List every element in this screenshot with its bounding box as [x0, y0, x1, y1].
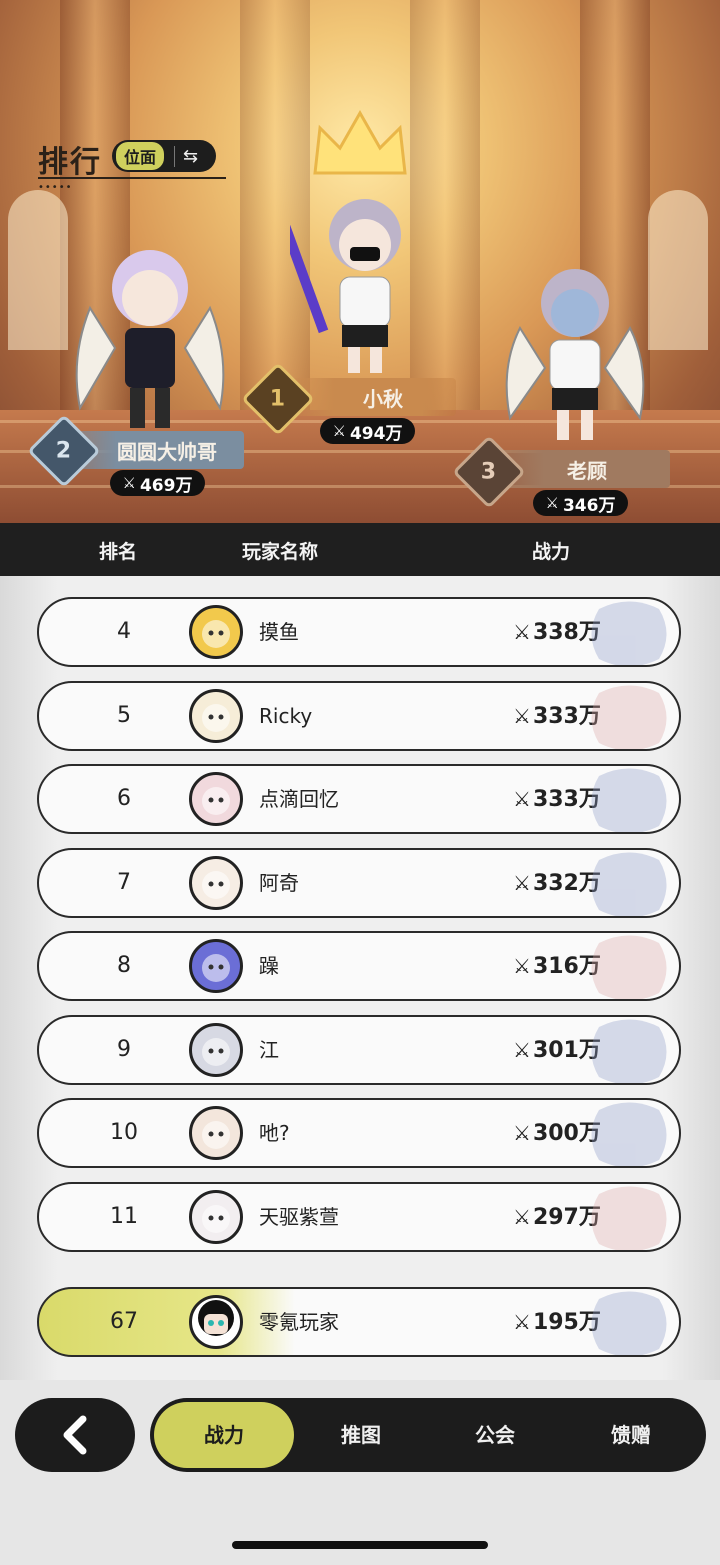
- crossed-swords-icon: ⚔: [513, 620, 531, 644]
- table-row[interactable]: 6 点滴回忆 ⚔333万: [37, 764, 681, 834]
- avatar[interactable]: [189, 1295, 243, 1349]
- row-rank: 7: [117, 870, 131, 895]
- table-header: 排名 玩家名称 战力: [0, 523, 720, 576]
- crossed-swords-icon: ⚔: [513, 1038, 531, 1062]
- podium-1-power: ⚔ 494万: [320, 418, 415, 444]
- ornament-icon: [591, 852, 667, 916]
- table-row[interactable]: 11 天驱紫萱 ⚔297万: [37, 1182, 681, 1252]
- avatar[interactable]: [189, 939, 243, 993]
- podium-1-power-value: 494万: [349, 423, 403, 444]
- chevron-left-icon: [63, 1415, 87, 1455]
- row-player-name: 江: [259, 1038, 279, 1062]
- page-title: 排行: [38, 145, 102, 180]
- ornament-icon: [591, 1102, 667, 1166]
- ornament-icon: [591, 1019, 667, 1083]
- tab-gift[interactable]: 馈赠: [566, 1398, 696, 1472]
- row-rank: 9: [117, 1037, 131, 1062]
- crown-icon: [313, 109, 407, 175]
- column-power: 战力: [532, 541, 571, 563]
- podium-1-name-text: 小秋: [363, 386, 403, 411]
- podium-2-name-text: 圆圆大帅哥: [117, 439, 217, 464]
- row-rank: 6: [117, 786, 131, 811]
- crossed-swords-icon: ⚔: [513, 1205, 531, 1229]
- crossed-swords-icon: ⚔: [513, 1310, 531, 1334]
- crossed-swords-icon: ⚔: [513, 787, 531, 811]
- crossed-swords-icon: ⚔: [122, 474, 136, 492]
- rank-3-character[interactable]: [495, 258, 655, 453]
- crossed-swords-icon: ⚔: [513, 704, 531, 728]
- table-row[interactable]: 10 吔? ⚔300万: [37, 1098, 681, 1168]
- avatar[interactable]: [189, 605, 243, 659]
- crossed-swords-icon: ⚔: [513, 1121, 531, 1145]
- ornament-icon: [591, 601, 667, 665]
- scope-label: 位面: [116, 142, 165, 170]
- self-player-name: 零氪玩家: [259, 1310, 339, 1334]
- scope-toggle-button[interactable]: 位面 ⇆: [112, 140, 216, 172]
- rank-3-number: 3: [481, 459, 497, 485]
- title-underline: [38, 177, 226, 179]
- background-window: [648, 190, 708, 350]
- background-window: [8, 190, 68, 350]
- crossed-swords-icon: ⚔: [332, 422, 346, 440]
- swap-icon: ⇆: [174, 145, 198, 167]
- podium-2-power: ⚔ 469万: [110, 470, 205, 496]
- rank-2-number: 2: [56, 438, 72, 464]
- column-player-name: 玩家名称: [242, 541, 319, 563]
- row-rank: 5: [117, 703, 131, 728]
- rank-1-number: 1: [270, 386, 286, 412]
- crossed-swords-icon: ⚔: [513, 871, 531, 895]
- home-indicator[interactable]: [232, 1541, 488, 1549]
- row-player-name: 天驱紫萱: [259, 1205, 339, 1229]
- row-player-name: 吔?: [259, 1121, 290, 1145]
- ornament-icon: [591, 935, 667, 999]
- table-row[interactable]: 5 Ricky ⚔333万: [37, 681, 681, 751]
- table-row[interactable]: 9 江 ⚔301万: [37, 1015, 681, 1085]
- podium-2-power-value: 469万: [139, 475, 193, 496]
- avatar[interactable]: [189, 856, 243, 910]
- row-rank: 4: [117, 619, 131, 644]
- table-row[interactable]: 4 摸鱼 ⚔338万: [37, 597, 681, 667]
- row-rank: 11: [110, 1204, 138, 1229]
- avatar[interactable]: [189, 1106, 243, 1160]
- avatar[interactable]: [189, 1023, 243, 1077]
- row-rank: 8: [117, 953, 131, 978]
- self-rank-row[interactable]: 67 零氪玩家 ⚔195万: [37, 1287, 681, 1357]
- avatar[interactable]: [189, 772, 243, 826]
- table-row[interactable]: 8 躁 ⚔316万: [37, 931, 681, 1001]
- self-rank: 67: [110, 1309, 138, 1334]
- ranking-tabs: 战力 推图 公会 馈赠: [150, 1398, 706, 1472]
- title-block: 排行 •••••: [38, 137, 226, 193]
- back-button[interactable]: [15, 1398, 135, 1472]
- rank-1-character[interactable]: [290, 185, 430, 380]
- tab-guild[interactable]: 公会: [430, 1398, 560, 1472]
- row-player-name: 摸鱼: [259, 620, 299, 644]
- rank-2-character[interactable]: [70, 228, 230, 438]
- row-player-name: 躁: [259, 954, 279, 978]
- podium-3-power-value: 346万: [562, 495, 616, 516]
- podium-3-power: ⚔ 346万: [533, 490, 628, 516]
- ornament-icon: [591, 768, 667, 832]
- tab-progress[interactable]: 推图: [296, 1398, 426, 1472]
- avatar[interactable]: [189, 689, 243, 743]
- ornament-icon: [591, 685, 667, 749]
- avatar[interactable]: [189, 1190, 243, 1244]
- crossed-swords-icon: ⚔: [513, 954, 531, 978]
- ornament-icon: [591, 1186, 667, 1250]
- row-rank: 10: [110, 1120, 138, 1145]
- ornament-icon: [591, 1291, 667, 1355]
- row-player-name: Ricky: [259, 704, 313, 728]
- column-rank: 排名: [99, 541, 138, 563]
- tab-power[interactable]: 战力: [154, 1402, 294, 1468]
- table-row[interactable]: 7 阿奇 ⚔332万: [37, 848, 681, 918]
- podium-banner: 排行 ••••• 位面 ⇆ 小秋 1 ⚔ 494万 圆圆大帅哥 2 ⚔ 469万…: [0, 0, 720, 523]
- row-player-name: 点滴回忆: [259, 787, 339, 811]
- title-dots: •••••: [38, 182, 73, 193]
- podium-3-name-text: 老顾: [567, 458, 607, 483]
- crossed-swords-icon: ⚔: [545, 494, 559, 512]
- row-player-name: 阿奇: [259, 871, 299, 895]
